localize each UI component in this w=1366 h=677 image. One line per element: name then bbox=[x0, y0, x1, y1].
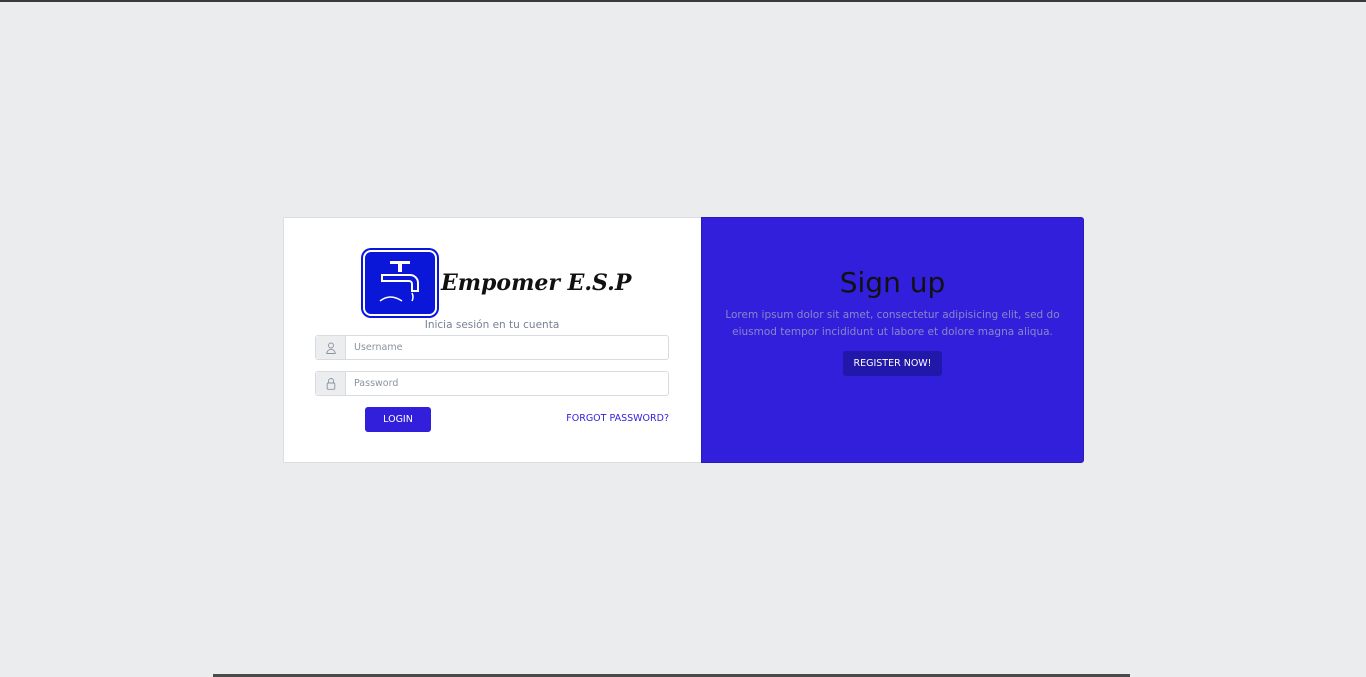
register-now-button[interactable]: REGISTER NOW! bbox=[843, 351, 942, 376]
top-border-line bbox=[0, 0, 1366, 2]
signup-panel: Sign up Lorem ipsum dolor sit amet, cons… bbox=[701, 217, 1084, 463]
login-subtitle: Inicia sesión en tu cuenta bbox=[424, 319, 560, 331]
faucet-icon bbox=[365, 252, 435, 314]
forgot-password-link[interactable]: FORGOT PASSWORD? bbox=[566, 413, 669, 424]
username-input[interactable] bbox=[346, 336, 668, 359]
brand-name: Empomer E.S.P bbox=[441, 270, 632, 296]
password-input[interactable] bbox=[346, 372, 668, 395]
signup-description: Lorem ipsum dolor sit amet, consectetur … bbox=[725, 309, 1060, 338]
brand-logo: Empomer E.S.P bbox=[365, 252, 632, 314]
username-group bbox=[315, 335, 669, 360]
signup-title: Sign up bbox=[839, 266, 946, 299]
user-icon bbox=[316, 336, 346, 359]
password-group bbox=[315, 371, 669, 396]
login-button[interactable]: LOGIN bbox=[365, 407, 431, 432]
login-panel: Empomer E.S.P Inicia sesión en tu cuenta bbox=[283, 217, 701, 463]
auth-card: Empomer E.S.P Inicia sesión en tu cuenta bbox=[283, 217, 1084, 463]
lock-icon bbox=[316, 372, 346, 395]
